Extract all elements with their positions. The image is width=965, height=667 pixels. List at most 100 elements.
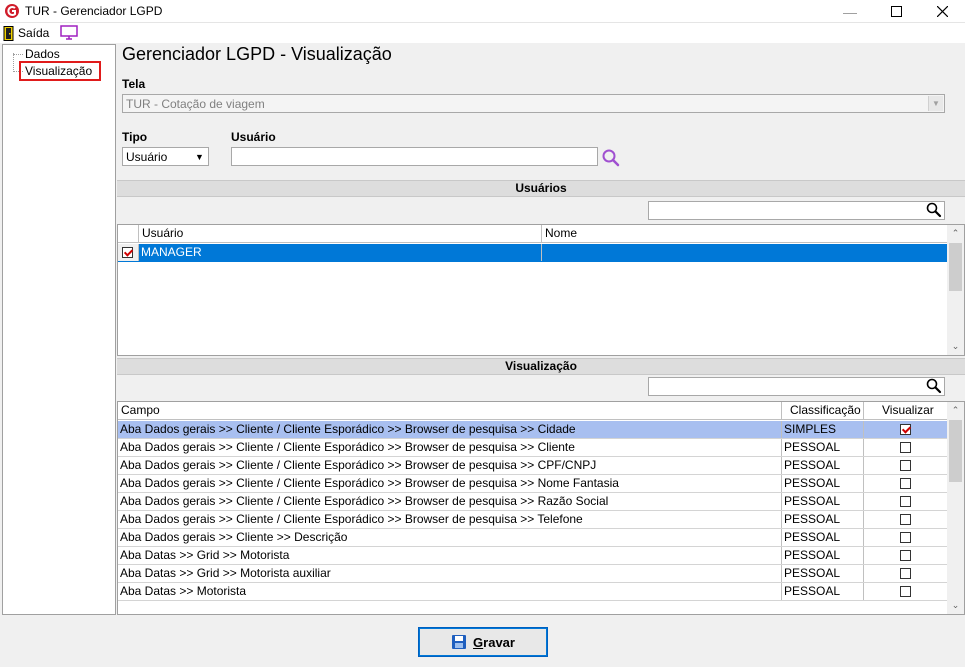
visualizar-checkbox[interactable] <box>900 550 911 561</box>
visualizar-checkbox[interactable] <box>900 586 911 597</box>
cell-classificacao: PESSOAL <box>782 583 864 600</box>
save-button[interactable]: Gravar <box>418 627 548 657</box>
tipo-label: Tipo <box>122 130 148 144</box>
scroll-thumb[interactable] <box>949 243 962 291</box>
exit-menu-label: Saída <box>18 26 50 40</box>
cell-classificacao: PESSOAL <box>782 439 864 456</box>
visualizar-checkbox[interactable] <box>900 568 911 579</box>
door-exit-icon <box>3 25 14 41</box>
table-row[interactable]: Aba Datas >> Grid >> Motorista auxiliar P… <box>118 565 948 583</box>
title-bar: TUR - Gerenciador LGPD — <box>0 0 965 23</box>
users-section-header: Usuários <box>117 180 965 197</box>
view-scrollbar[interactable]: ⌃ ⌄ <box>947 402 964 614</box>
scroll-thumb[interactable] <box>949 420 962 482</box>
table-row[interactable]: Aba Dados gerais >> Cliente / Cliente Es… <box>118 457 948 475</box>
cell-visualizar[interactable] <box>864 421 948 438</box>
visualizar-checkbox[interactable] <box>900 478 911 489</box>
cell-campo: Aba Datas >> Motorista <box>118 583 782 600</box>
users-grid: Usuário Nome MANAGER ⌃ ⌄ <box>117 224 965 356</box>
cell-campo: Aba Dados gerais >> Cliente / Cliente Es… <box>118 475 782 492</box>
usuario-input[interactable] <box>231 147 598 166</box>
users-scrollbar[interactable]: ⌃ ⌄ <box>947 225 964 355</box>
table-row[interactable]: Aba Dados gerais >> Cliente / Cliente Es… <box>118 475 948 493</box>
cell-visualizar[interactable] <box>864 457 948 474</box>
cell-campo: Aba Datas >> Grid >> Motorista auxiliar <box>118 565 782 582</box>
header-visualizar[interactable]: Visualizar <box>864 402 948 419</box>
save-button-label: Gravar <box>473 634 515 650</box>
cell-classificacao: PESSOAL <box>782 475 864 492</box>
header-classificacao[interactable]: Classificação <box>782 402 864 419</box>
table-row[interactable]: MANAGER <box>118 244 948 262</box>
visualizar-checkbox[interactable] <box>900 496 911 507</box>
cell-visualizar[interactable] <box>864 475 948 492</box>
scroll-up-icon[interactable]: ⌃ <box>947 225 964 242</box>
tree-item-dados[interactable]: Dados <box>25 47 60 61</box>
exit-menu-item[interactable]: Saída <box>3 25 49 41</box>
close-button[interactable] <box>919 0 965 23</box>
table-row[interactable]: Aba Dados gerais >> Cliente / Cliente Es… <box>118 493 948 511</box>
cell-classificacao: PESSOAL <box>782 511 864 528</box>
cell-visualizar[interactable] <box>864 493 948 510</box>
view-grid: Campo Classificação Visualizar Aba Dados… <box>117 401 965 615</box>
table-row[interactable]: Aba Dados gerais >> Cliente >> Descrição… <box>118 529 948 547</box>
search-icon[interactable] <box>601 148 621 168</box>
cell-classificacao: PESSOAL <box>782 529 864 546</box>
maximize-button[interactable] <box>873 0 919 23</box>
scroll-down-icon[interactable]: ⌄ <box>947 597 964 614</box>
tree-item-visualizacao[interactable]: Visualização <box>25 64 92 78</box>
scroll-down-icon[interactable]: ⌄ <box>947 338 964 355</box>
visualizar-checkbox[interactable] <box>900 460 911 471</box>
chevron-down-icon[interactable]: ▼ <box>928 96 943 111</box>
table-row[interactable]: Aba Dados gerais >> Cliente / Cliente Es… <box>118 421 948 439</box>
tela-select-value: TUR - Cotação de viagem <box>126 97 265 111</box>
cell-visualizar[interactable] <box>864 583 948 600</box>
navigation-tree: Dados Visualização <box>2 44 116 615</box>
cell-classificacao: PESSOAL <box>782 457 864 474</box>
tela-label: Tela <box>122 77 146 91</box>
search-icon[interactable] <box>925 201 943 219</box>
header-check-cell <box>118 225 139 242</box>
chevron-down-icon[interactable]: ▼ <box>192 149 207 164</box>
cell-visualizar[interactable] <box>864 529 948 546</box>
page-title: Gerenciador LGPD - Visualização <box>122 44 392 64</box>
header-nome[interactable]: Nome <box>542 225 948 242</box>
cell-campo: Aba Dados gerais >> Cliente >> Descrição <box>118 529 782 546</box>
visualizar-checkbox[interactable] <box>900 442 911 453</box>
search-icon[interactable] <box>925 377 943 395</box>
table-row[interactable]: Aba Dados gerais >> Cliente / Cliente Es… <box>118 439 948 457</box>
row-checkbox[interactable] <box>122 247 133 258</box>
scroll-up-icon[interactable]: ⌃ <box>947 402 964 419</box>
cell-classificacao: PESSOAL <box>782 547 864 564</box>
cell-visualizar[interactable] <box>864 547 948 564</box>
maximize-icon <box>890 6 902 17</box>
row-check-cell[interactable] <box>118 244 139 261</box>
table-row[interactable]: Aba Datas >> Grid >> Motorista PESSOAL <box>118 547 948 565</box>
cell-campo: Aba Dados gerais >> Cliente / Cliente Es… <box>118 511 782 528</box>
cell-campo: Aba Dados gerais >> Cliente / Cliente Es… <box>118 421 782 438</box>
app-logo-icon <box>5 4 19 18</box>
floppy-disk-icon <box>452 635 467 649</box>
minimize-button[interactable]: — <box>827 0 873 23</box>
cell-campo: Aba Dados gerais >> Cliente / Cliente Es… <box>118 493 782 510</box>
table-row[interactable]: Aba Datas >> Motorista PESSOAL <box>118 583 948 601</box>
view-filter-input[interactable] <box>648 377 945 396</box>
header-usuario[interactable]: Usuário <box>139 225 542 242</box>
usuario-label: Usuário <box>231 130 276 144</box>
monitor-icon[interactable] <box>60 25 78 41</box>
visualizar-checkbox[interactable] <box>900 424 911 435</box>
tipo-select[interactable]: Usuário ▼ <box>122 147 209 166</box>
header-campo[interactable]: Campo <box>118 402 782 419</box>
cell-visualizar[interactable] <box>864 565 948 582</box>
cell-classificacao: PESSOAL <box>782 565 864 582</box>
cell-visualizar[interactable] <box>864 511 948 528</box>
cell-campo: Aba Dados gerais >> Cliente / Cliente Es… <box>118 439 782 456</box>
cell-classificacao: SIMPLES <box>782 421 864 438</box>
cell-campo: Aba Datas >> Grid >> Motorista <box>118 547 782 564</box>
users-filter-input[interactable] <box>648 201 945 220</box>
visualizar-checkbox[interactable] <box>900 532 911 543</box>
cell-visualizar[interactable] <box>864 439 948 456</box>
tela-select[interactable]: TUR - Cotação de viagem ▼ <box>122 94 945 113</box>
table-row[interactable]: Aba Dados gerais >> Cliente / Cliente Es… <box>118 511 948 529</box>
visualizar-checkbox[interactable] <box>900 514 911 525</box>
close-icon <box>936 6 948 17</box>
